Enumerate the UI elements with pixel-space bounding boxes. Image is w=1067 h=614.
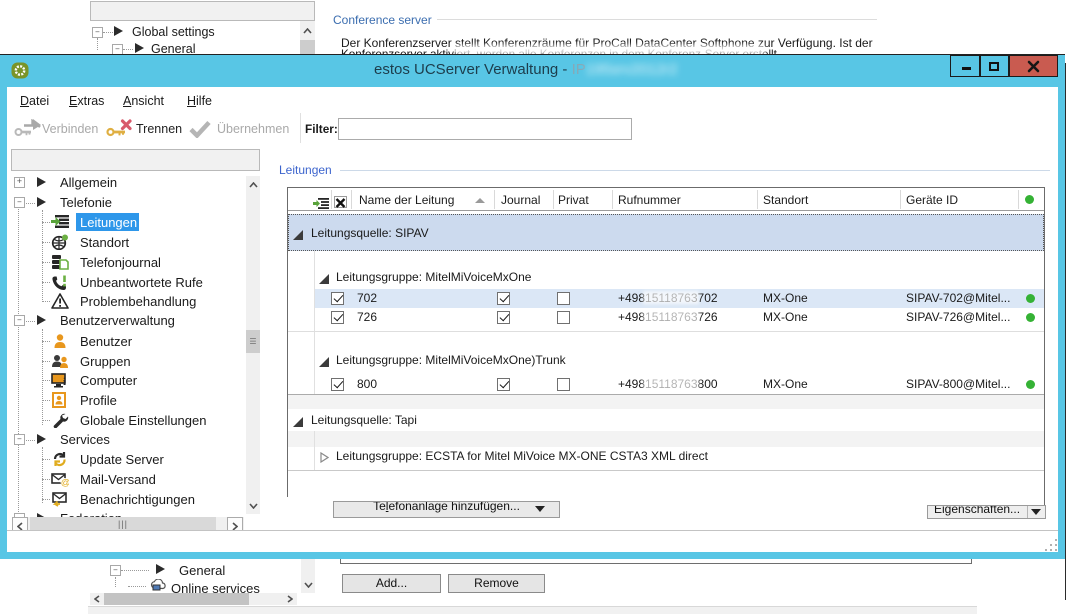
svg-text:@: @ xyxy=(61,478,69,488)
svg-text:i: i xyxy=(63,376,66,388)
